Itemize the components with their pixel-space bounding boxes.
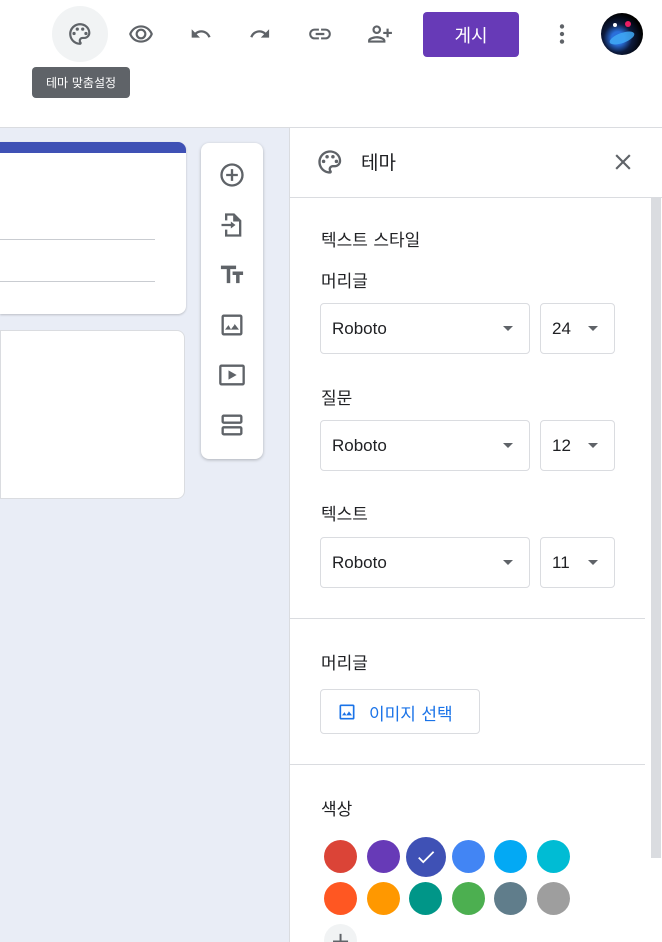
question-font-select[interactable]: Roboto bbox=[320, 420, 530, 471]
header-size-value: 24 bbox=[552, 319, 571, 338]
add-image-icon bbox=[221, 314, 243, 336]
close-panel-button[interactable] bbox=[607, 146, 639, 178]
theme-panel-header: 테마 bbox=[290, 128, 662, 198]
header-image-label: 머리글 bbox=[321, 654, 368, 674]
header-font-select[interactable]: Roboto bbox=[320, 303, 530, 354]
text-font-value: Roboto bbox=[332, 553, 387, 572]
chevron-down-icon bbox=[588, 443, 598, 448]
chevron-down-icon bbox=[503, 560, 513, 565]
chevron-down-icon bbox=[503, 443, 513, 448]
add-section-icon bbox=[221, 414, 243, 436]
color-swatch[interactable] bbox=[494, 882, 527, 915]
add-title-button[interactable] bbox=[212, 255, 252, 295]
color-swatch[interactable] bbox=[367, 840, 400, 873]
chevron-down-icon bbox=[588, 560, 598, 565]
add-custom-color-button[interactable]: + bbox=[324, 924, 357, 942]
form-canvas bbox=[0, 128, 289, 942]
avatar[interactable] bbox=[601, 13, 643, 55]
copy-link-button[interactable] bbox=[292, 6, 348, 62]
add-section-button[interactable] bbox=[212, 405, 252, 445]
text-style-label: 텍스트 bbox=[321, 505, 368, 525]
color-swatch[interactable] bbox=[452, 882, 485, 915]
close-icon bbox=[615, 154, 631, 170]
chevron-down-icon bbox=[588, 326, 598, 331]
import-questions-button[interactable] bbox=[212, 205, 252, 245]
choose-image-label: 이미지 선택 bbox=[369, 705, 453, 725]
import-questions-icon bbox=[221, 213, 242, 237]
more-options-button[interactable] bbox=[534, 6, 590, 62]
undo-icon bbox=[191, 29, 211, 38]
question-size-value: 12 bbox=[552, 436, 571, 455]
link-icon bbox=[309, 28, 331, 40]
redo-button[interactable] bbox=[232, 6, 288, 62]
question-font-value: Roboto bbox=[332, 436, 387, 455]
color-swatch[interactable] bbox=[537, 882, 570, 915]
tooltip: 테마 맞춤설정 bbox=[32, 67, 130, 98]
text-size-select[interactable]: 11 bbox=[540, 537, 615, 588]
text-size-value: 11 bbox=[552, 553, 570, 572]
palette-icon bbox=[69, 23, 91, 45]
add-image-button[interactable] bbox=[212, 305, 252, 345]
add-question-button[interactable] bbox=[212, 155, 252, 195]
panel-title: 테마 bbox=[361, 152, 396, 174]
side-toolbox bbox=[201, 143, 263, 459]
title-underline bbox=[0, 239, 155, 240]
panel-scrollbar[interactable] bbox=[651, 198, 661, 858]
undo-button[interactable] bbox=[173, 6, 229, 62]
more-vert-icon bbox=[559, 24, 565, 44]
color-swatch[interactable] bbox=[494, 840, 527, 873]
customize-theme-button[interactable] bbox=[52, 6, 108, 62]
form-title-card[interactable] bbox=[0, 142, 186, 314]
theme-panel: 테마 텍스트 스타일 머리글 Roboto 24 질문 Roboto 12 텍스… bbox=[289, 128, 662, 942]
color-swatch[interactable] bbox=[537, 840, 570, 873]
color-swatch[interactable] bbox=[367, 882, 400, 915]
divider bbox=[290, 764, 645, 765]
add-video-button[interactable] bbox=[212, 355, 252, 395]
chevron-down-icon bbox=[503, 326, 513, 331]
color-swatch[interactable] bbox=[452, 840, 485, 873]
add-video-icon bbox=[219, 364, 245, 386]
top-bar: 게시 테마 맞춤설정 bbox=[0, 0, 662, 128]
check-icon bbox=[417, 850, 434, 863]
color-swatch[interactable] bbox=[324, 840, 357, 873]
palette-icon bbox=[318, 150, 342, 174]
add-collaborator-button[interactable] bbox=[352, 6, 408, 62]
divider bbox=[290, 618, 645, 619]
text-style-heading: 텍스트 스타일 bbox=[321, 231, 421, 251]
eye-icon bbox=[129, 25, 153, 43]
add-person-icon bbox=[368, 25, 392, 43]
add-title-icon bbox=[220, 265, 244, 284]
header-size-select[interactable]: 24 bbox=[540, 303, 615, 354]
header-font-value: Roboto bbox=[332, 319, 387, 338]
description-underline bbox=[0, 281, 155, 282]
header-style-label: 머리글 bbox=[321, 272, 368, 292]
choose-image-button[interactable]: 이미지 선택 bbox=[320, 689, 480, 734]
color-swatch[interactable] bbox=[409, 882, 442, 915]
preview-button[interactable] bbox=[113, 6, 169, 62]
publish-button[interactable]: 게시 bbox=[423, 12, 519, 57]
question-size-select[interactable]: 12 bbox=[540, 420, 615, 471]
add-question-icon bbox=[220, 163, 244, 187]
color-label: 색상 bbox=[321, 800, 353, 820]
color-swatch[interactable] bbox=[324, 882, 357, 915]
question-style-label: 질문 bbox=[321, 389, 353, 409]
question-card[interactable] bbox=[0, 330, 185, 499]
text-font-select[interactable]: Roboto bbox=[320, 537, 530, 588]
color-swatch[interactable] bbox=[405, 836, 446, 877]
image-icon bbox=[339, 704, 355, 720]
redo-icon bbox=[250, 29, 270, 38]
